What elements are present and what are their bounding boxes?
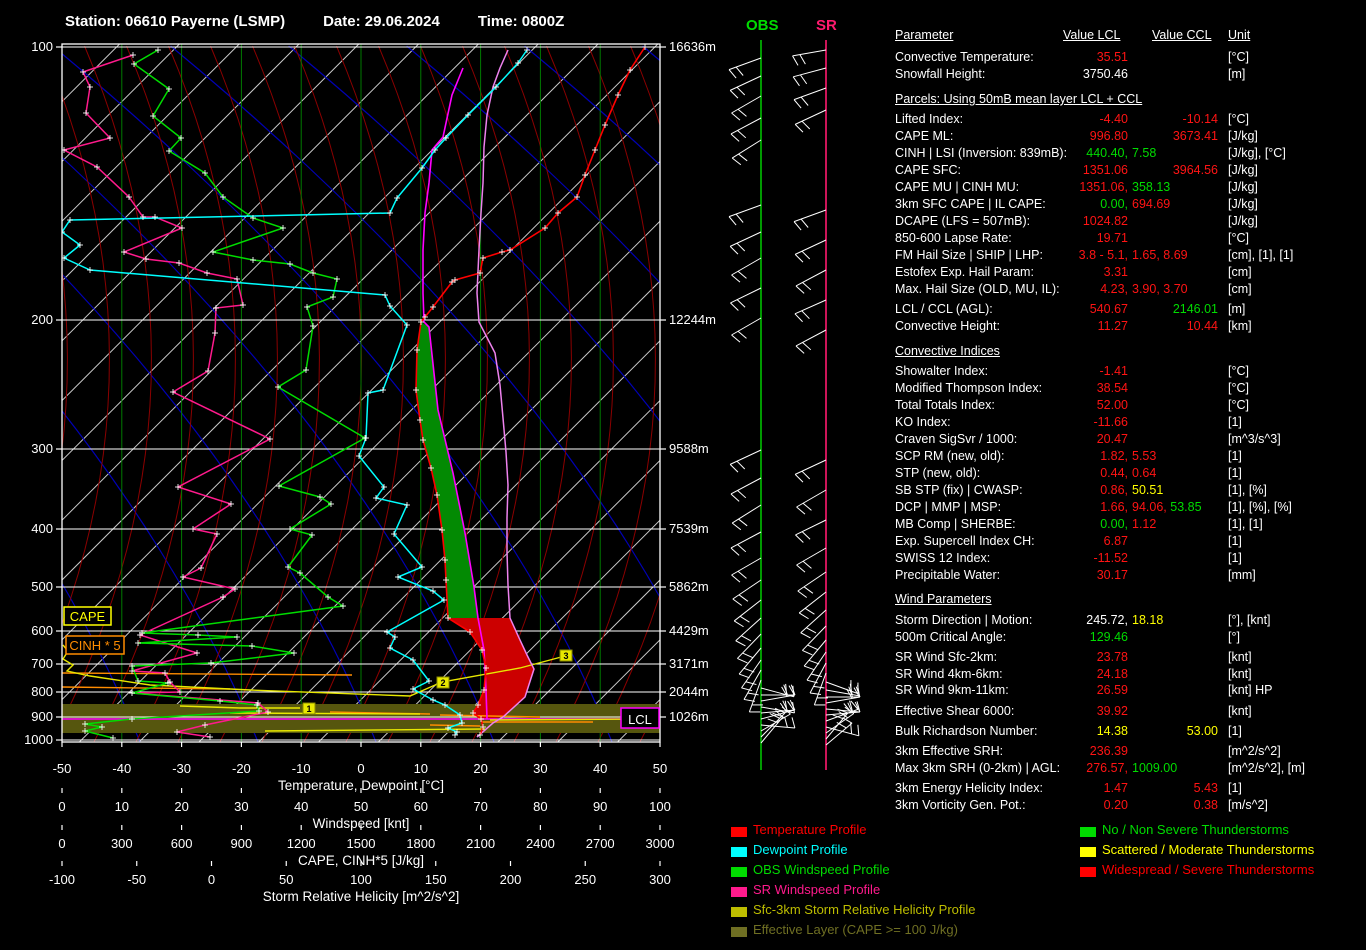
legend-swatch [1080, 867, 1096, 877]
legend-swatch [731, 867, 747, 877]
sounding-app: { "header": { "station": "Station: 06610… [0, 0, 1366, 950]
legend-swatch [1080, 827, 1096, 837]
legend-swatch [731, 827, 747, 837]
legend-swatch [731, 887, 747, 897]
legend-swatch [731, 847, 747, 857]
legend-swatch [731, 927, 747, 937]
parameter-table: Parameter Value LCL Value CCL Unit Convectiv… [895, 28, 1306, 812]
legend-swatch [1080, 847, 1096, 857]
legend-swatch [731, 907, 747, 917]
